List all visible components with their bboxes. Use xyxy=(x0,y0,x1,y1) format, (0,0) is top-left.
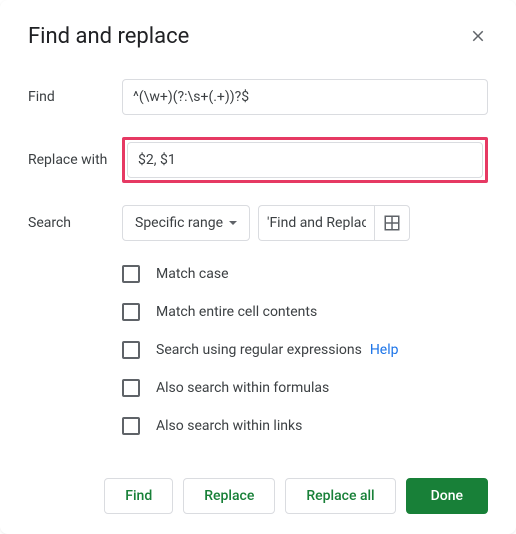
find-label: Find xyxy=(28,89,122,105)
match-entire-checkbox[interactable] xyxy=(122,303,140,321)
replace-row: Replace with xyxy=(28,137,488,183)
replace-label: Replace with xyxy=(28,152,122,168)
search-label: Search xyxy=(28,215,122,231)
dialog-title: Find and replace xyxy=(28,24,488,49)
grid-icon xyxy=(383,214,401,232)
regex-row: Search using regular expressions Help xyxy=(122,341,488,359)
links-row: Also search within links xyxy=(122,417,488,435)
close-icon xyxy=(469,27,487,45)
close-button[interactable] xyxy=(462,20,494,52)
match-entire-label: Match entire cell contents xyxy=(156,304,317,320)
replace-input[interactable] xyxy=(127,142,483,178)
done-button[interactable]: Done xyxy=(406,478,488,514)
links-checkbox[interactable] xyxy=(122,417,140,435)
formulas-row: Also search within formulas xyxy=(122,379,488,397)
button-row: Find Replace Replace all Done xyxy=(28,466,488,514)
dropdown-value: Specific range xyxy=(135,215,223,231)
chevron-down-icon xyxy=(229,221,237,225)
options-group: Match case Match entire cell contents Se… xyxy=(122,265,488,455)
match-case-checkbox[interactable] xyxy=(122,265,140,283)
match-entire-row: Match entire cell contents xyxy=(122,303,488,321)
links-label: Also search within links xyxy=(156,418,302,434)
search-row: Search Specific range xyxy=(28,205,488,241)
search-scope-dropdown[interactable]: Specific range xyxy=(122,205,250,241)
formulas-label: Also search within formulas xyxy=(156,380,329,396)
range-input[interactable] xyxy=(258,205,374,241)
help-link[interactable]: Help xyxy=(370,342,399,358)
replace-all-button[interactable]: Replace all xyxy=(285,478,395,514)
regex-checkbox[interactable] xyxy=(122,341,140,359)
find-row: Find xyxy=(28,79,488,115)
replace-button[interactable]: Replace xyxy=(183,478,275,514)
find-input[interactable] xyxy=(122,79,488,115)
find-replace-dialog: Find and replace Find Replace with Searc… xyxy=(0,0,516,534)
regex-label: Search using regular expressions xyxy=(156,342,362,358)
find-button[interactable]: Find xyxy=(104,478,173,514)
match-case-row: Match case xyxy=(122,265,488,283)
select-range-button[interactable] xyxy=(374,205,410,241)
formulas-checkbox[interactable] xyxy=(122,379,140,397)
replace-highlight xyxy=(122,137,488,183)
match-case-label: Match case xyxy=(156,266,229,282)
